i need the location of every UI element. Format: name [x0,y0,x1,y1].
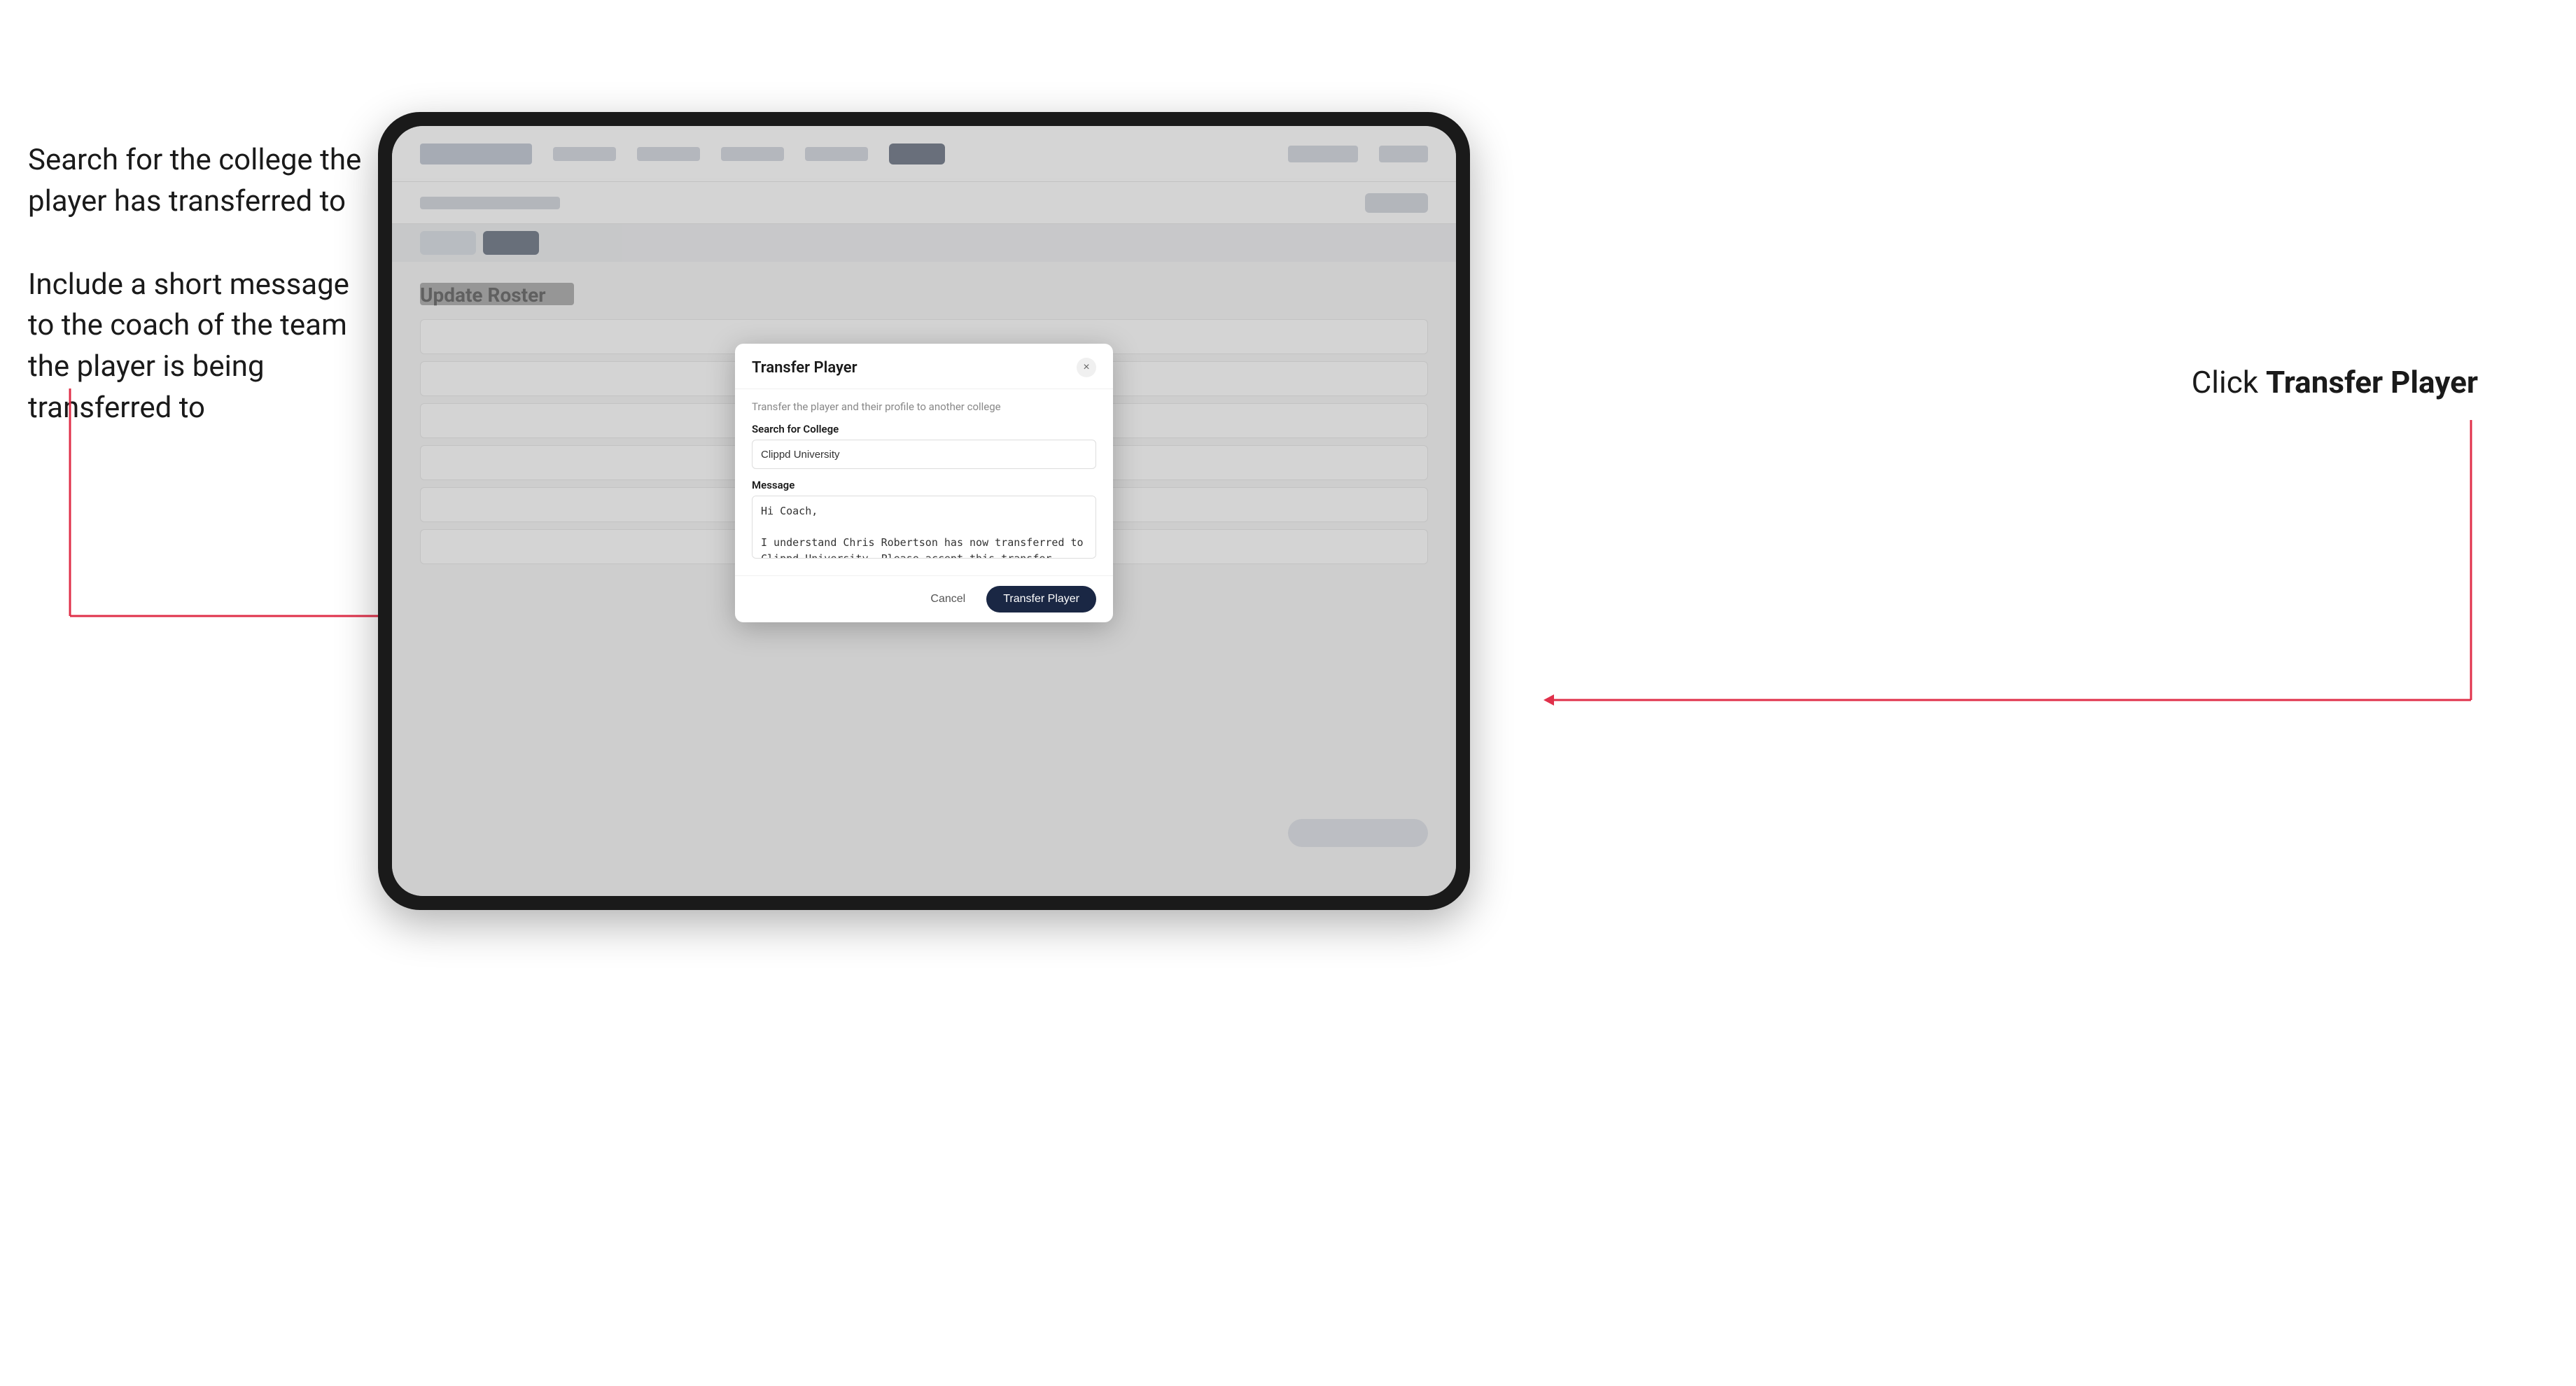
college-search-input[interactable] [752,440,1096,469]
message-textarea[interactable]: Hi Coach, I understand Chris Robertson h… [752,496,1096,559]
transfer-player-button[interactable]: Transfer Player [986,586,1096,612]
annotation-right-text: Click [2192,364,2258,400]
modal-title: Transfer Player [752,359,858,377]
transfer-player-modal: Transfer Player × Transfer the player an… [735,344,1113,622]
ipad-device: Update Roster Transfer Player × Transfer… [378,112,1470,910]
annotation-right-bold: Transfer Player [2266,364,2478,400]
modal-body: Transfer the player and their profile to… [735,389,1113,575]
message-field-label: Message [752,479,1096,491]
modal-description: Transfer the player and their profile to… [752,400,1096,413]
annotation-text-top: Search for the college the player has tr… [28,140,364,223]
modal-footer: Cancel Transfer Player [735,575,1113,622]
modal-header: Transfer Player × [735,344,1113,389]
modal-overlay: Transfer Player × Transfer the player an… [392,126,1456,896]
annotation-right: Click Transfer Player [2192,364,2478,400]
annotation-left-top: Search for the college the player has tr… [28,140,364,429]
annotation-text-bottom: Include a short message to the coach of … [28,265,364,429]
college-field-label: Search for College [752,423,1096,435]
ipad-screen: Update Roster Transfer Player × Transfer… [392,126,1456,896]
close-icon: × [1083,361,1089,374]
modal-close-button[interactable]: × [1077,358,1096,377]
cancel-button[interactable]: Cancel [919,587,976,611]
